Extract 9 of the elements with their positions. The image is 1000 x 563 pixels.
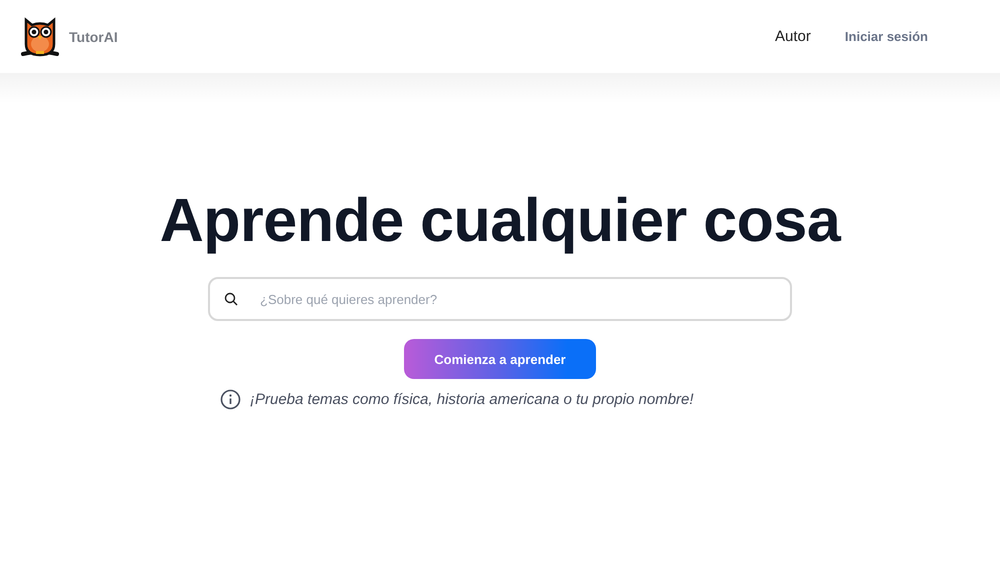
start-learning-button[interactable]: Comienza a aprender (404, 339, 596, 379)
hint-text: ¡Prueba temas como física, historia americana o tu propio nombre! (250, 391, 694, 408)
hero-title: Aprende cualquier cosa (160, 185, 840, 255)
nav-link[interactable]: Autor (775, 28, 811, 45)
info-icon (220, 389, 241, 410)
search-field[interactable]: ¿Sobre qué quieres aprender? (208, 277, 792, 321)
brand-name[interactable]: TutorAI (69, 28, 118, 44)
search-icon (224, 292, 238, 306)
nav-link[interactable]: Iniciar sesión (844, 29, 928, 44)
